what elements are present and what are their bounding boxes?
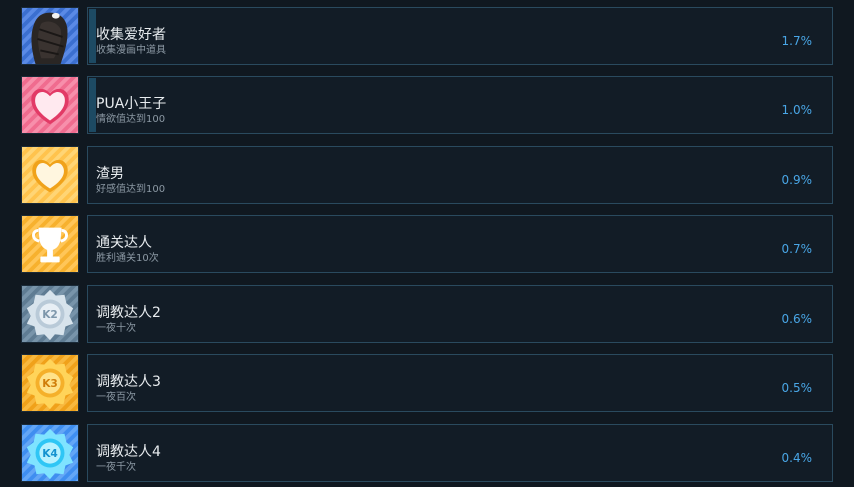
achievement-description: 好感值达到100	[96, 184, 166, 195]
achievement-title: PUA小王子	[96, 96, 167, 112]
achievement-title: 调教达人3	[96, 374, 161, 390]
trophy-icon	[21, 215, 79, 273]
achievement-description: 一夜十次	[96, 323, 136, 334]
achievement-list: 收集爱好者 收集漫画中道具 1.7% PUA小王子 情欲值达到100 1.0%	[0, 0, 854, 487]
achievement-description: 情欲值达到100	[96, 114, 166, 125]
achievement-card: 调教达人2 一夜十次 0.6%	[87, 285, 833, 343]
achievement-card: 调教达人3 一夜百次 0.5%	[87, 354, 833, 412]
achievement-row[interactable]: 渣男 好感值达到100 0.9%	[0, 146, 854, 206]
unlock-percentage: 0.6%	[781, 312, 813, 326]
yellow-heart-icon	[21, 146, 79, 204]
achievement-description: 一夜千次	[96, 462, 136, 473]
unlock-percentage: 1.7%	[781, 34, 813, 48]
pink-heart-icon	[21, 76, 79, 134]
achievement-description: 胜利通关10次	[96, 253, 159, 264]
achievement-row[interactable]: K3 调教达人3 一夜百次 0.5%	[0, 354, 854, 414]
achievement-row[interactable]: PUA小王子 情欲值达到100 1.0%	[0, 76, 854, 136]
achievement-card: 调教达人4 一夜千次 0.4%	[87, 424, 833, 482]
unlock-percentage: 0.9%	[781, 173, 813, 187]
badge-label: K4	[42, 447, 58, 460]
achievement-title: 调教达人4	[96, 444, 161, 460]
progress-bar	[89, 9, 96, 63]
achievement-title: 渣男	[96, 166, 124, 182]
achievement-card: 通关达人 胜利通关10次 0.7%	[87, 215, 833, 273]
achievement-row[interactable]: K2 调教达人2 一夜十次 0.6%	[0, 285, 854, 345]
achievement-row[interactable]: 收集爱好者 收集漫画中道具 1.7%	[0, 7, 854, 67]
achievement-card: 渣男 好感值达到100 0.9%	[87, 146, 833, 204]
achievement-title: 通关达人	[96, 235, 152, 251]
unlock-percentage: 1.0%	[781, 103, 813, 117]
unlock-percentage: 0.4%	[781, 451, 813, 465]
unlock-percentage: 0.7%	[781, 242, 813, 256]
k4-badge-icon: K4	[21, 424, 79, 482]
achievement-description: 一夜百次	[96, 392, 136, 403]
badge-label: K2	[42, 308, 58, 321]
badge-label: K3	[42, 377, 58, 390]
achievement-title: 收集爱好者	[96, 27, 166, 43]
progress-bar	[89, 78, 96, 132]
achievement-card: PUA小王子 情欲值达到100 1.0%	[87, 76, 833, 134]
character-icon	[21, 7, 79, 65]
achievement-description: 收集漫画中道具	[96, 45, 166, 56]
k3-badge-icon: K3	[21, 354, 79, 412]
k2-badge-icon: K2	[21, 285, 79, 343]
achievement-title: 调教达人2	[96, 305, 161, 321]
achievement-row[interactable]: 通关达人 胜利通关10次 0.7%	[0, 215, 854, 275]
unlock-percentage: 0.5%	[781, 381, 813, 395]
achievement-row[interactable]: K4 调教达人4 一夜千次 0.4%	[0, 424, 854, 484]
achievement-card: 收集爱好者 收集漫画中道具 1.7%	[87, 7, 833, 65]
